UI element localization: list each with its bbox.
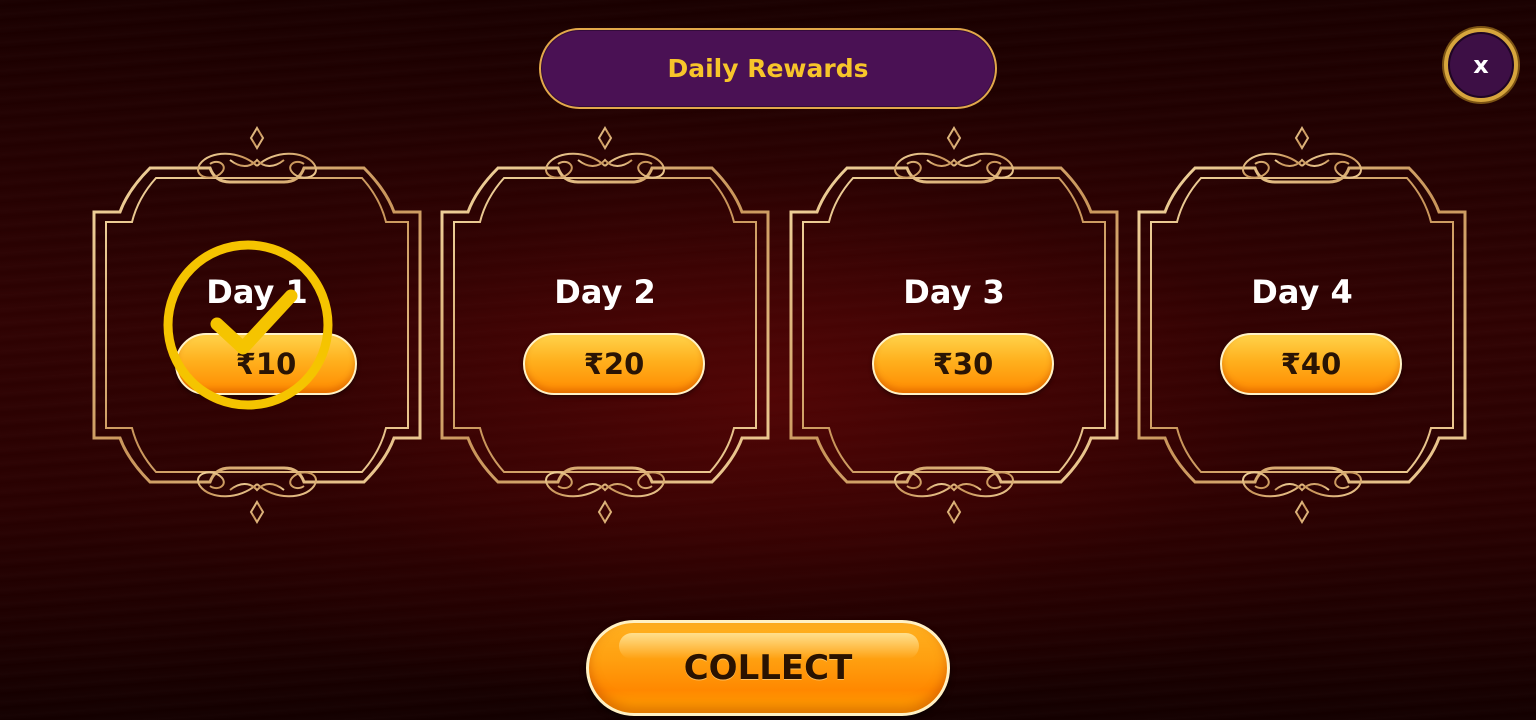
reward-amount-button[interactable]: ₹30 — [872, 333, 1054, 395]
reward-card-day-3[interactable]: Day 3 ₹30 — [787, 120, 1121, 530]
close-button[interactable]: x — [1444, 28, 1518, 102]
collect-button[interactable]: COLLECT — [586, 620, 950, 716]
collect-button-label: COLLECT — [683, 648, 853, 688]
reward-card-day-1[interactable]: Day 1 ₹10 — [90, 120, 424, 530]
page-title: Daily Rewards — [667, 54, 869, 83]
reward-card-day-2[interactable]: Day 2 ₹20 — [438, 120, 772, 530]
day-label: Day 2 — [554, 273, 656, 311]
reward-card-day-4[interactable]: Day 4 ₹40 — [1135, 120, 1469, 530]
ornate-frame — [440, 126, 770, 524]
daily-rewards-title: Daily Rewards — [539, 28, 997, 109]
ornate-frame — [789, 126, 1119, 524]
ornate-frame — [1137, 126, 1467, 524]
day-label: Day 3 — [903, 273, 1005, 311]
day-label: Day 4 — [1251, 273, 1353, 311]
reward-amount-button[interactable]: ₹40 — [1220, 333, 1402, 395]
reward-amount-button[interactable]: ₹20 — [523, 333, 705, 395]
collected-check-icon — [163, 240, 333, 410]
close-icon: x — [1473, 51, 1489, 79]
